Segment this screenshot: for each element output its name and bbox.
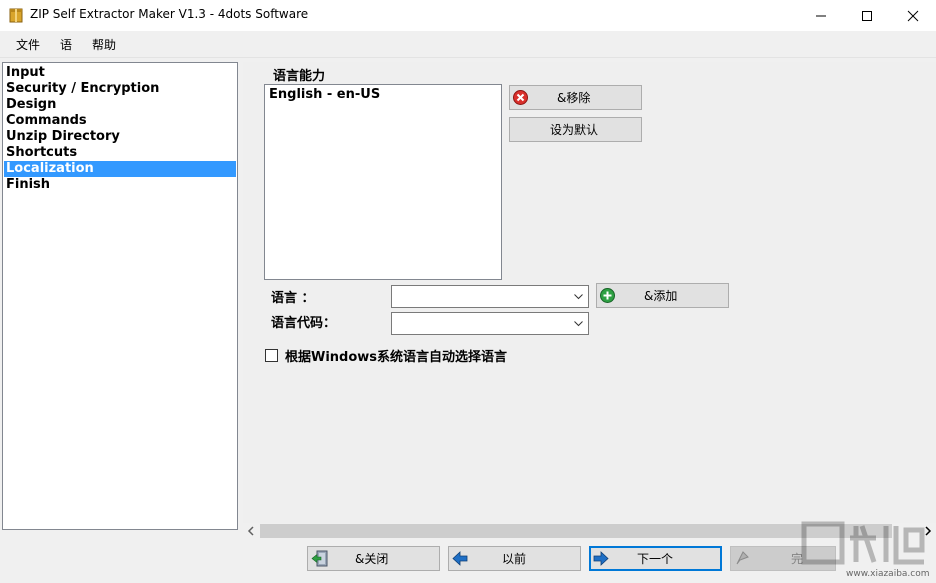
close-icon	[907, 10, 919, 22]
previous-button-label: 以前	[502, 547, 526, 570]
previous-button[interactable]: 以前	[448, 546, 581, 571]
scroll-left-button[interactable]	[243, 523, 260, 539]
close-button[interactable]: &关闭	[307, 546, 440, 571]
add-icon	[600, 288, 615, 306]
set-default-button-label: 设为默认	[550, 118, 598, 141]
window-title: ZIP Self Extractor Maker V1.3 - 4dots So…	[30, 7, 308, 21]
language-field-label: 语言 ：	[271, 287, 315, 306]
chevron-down-icon	[574, 294, 583, 300]
wizard-step-list[interactable]: Input Security / Encryption Design Comma…	[2, 62, 238, 530]
nav-item-design[interactable]: Design	[4, 97, 236, 113]
auto-select-language-checkbox[interactable]	[265, 349, 278, 362]
remove-button-label: &移除	[557, 86, 590, 109]
menu-file[interactable]: 文件	[16, 36, 40, 53]
language-combobox[interactable]	[391, 285, 589, 308]
maximize-icon	[861, 10, 873, 22]
remove-icon	[513, 90, 528, 108]
maximize-button[interactable]	[844, 0, 890, 31]
nav-item-finish[interactable]: Finish	[4, 177, 236, 193]
next-button[interactable]: 下一个	[589, 546, 722, 571]
minimize-button[interactable]	[798, 0, 844, 31]
zip-box-icon	[9, 7, 23, 23]
language-code-field-label: 语言代码：	[271, 312, 336, 331]
menu-help[interactable]: 帮助	[92, 36, 116, 53]
menu-language[interactable]: 语	[60, 36, 72, 53]
arrow-left-icon	[452, 551, 468, 569]
nav-item-shortcuts[interactable]: Shortcuts	[4, 145, 236, 161]
minimize-icon	[815, 10, 827, 22]
next-button-label: 下一个	[637, 548, 673, 569]
nav-item-security[interactable]: Security / Encryption	[4, 81, 236, 97]
exit-door-icon	[311, 550, 329, 570]
nav-item-unzip-directory[interactable]: Unzip Directory	[4, 129, 236, 145]
auto-select-language-label[interactable]: 根据Windows系统语言自动选择语言	[285, 346, 507, 365]
scroll-thumb[interactable]	[260, 524, 892, 538]
watermark-url: www.xiazaiba.com	[846, 569, 930, 579]
language-code-combobox[interactable]	[391, 312, 589, 335]
language-list-item[interactable]: English - en-US	[269, 87, 380, 102]
nav-item-localization[interactable]: Localization	[4, 161, 236, 177]
finish-flag-icon	[735, 551, 750, 569]
close-button-label: &关闭	[355, 547, 388, 570]
nav-item-input[interactable]: Input	[4, 65, 236, 81]
add-language-button[interactable]: &添加	[596, 283, 729, 308]
set-default-button[interactable]: 设为默认	[509, 117, 642, 142]
add-button-label: &添加	[644, 284, 677, 307]
chevron-down-icon	[574, 321, 583, 327]
remove-language-button[interactable]: &移除	[509, 85, 642, 110]
menu-bar: 文件 语 帮助	[0, 31, 936, 58]
close-window-button[interactable]	[890, 0, 936, 31]
title-bar: ZIP Self Extractor Maker V1.3 - 4dots So…	[0, 0, 936, 31]
chevron-left-icon	[243, 523, 260, 539]
languages-group-label: 语言能力	[273, 65, 325, 84]
nav-item-commands[interactable]: Commands	[4, 113, 236, 129]
arrow-right-icon	[593, 551, 609, 569]
languages-listbox[interactable]: English - en-US	[264, 84, 502, 280]
